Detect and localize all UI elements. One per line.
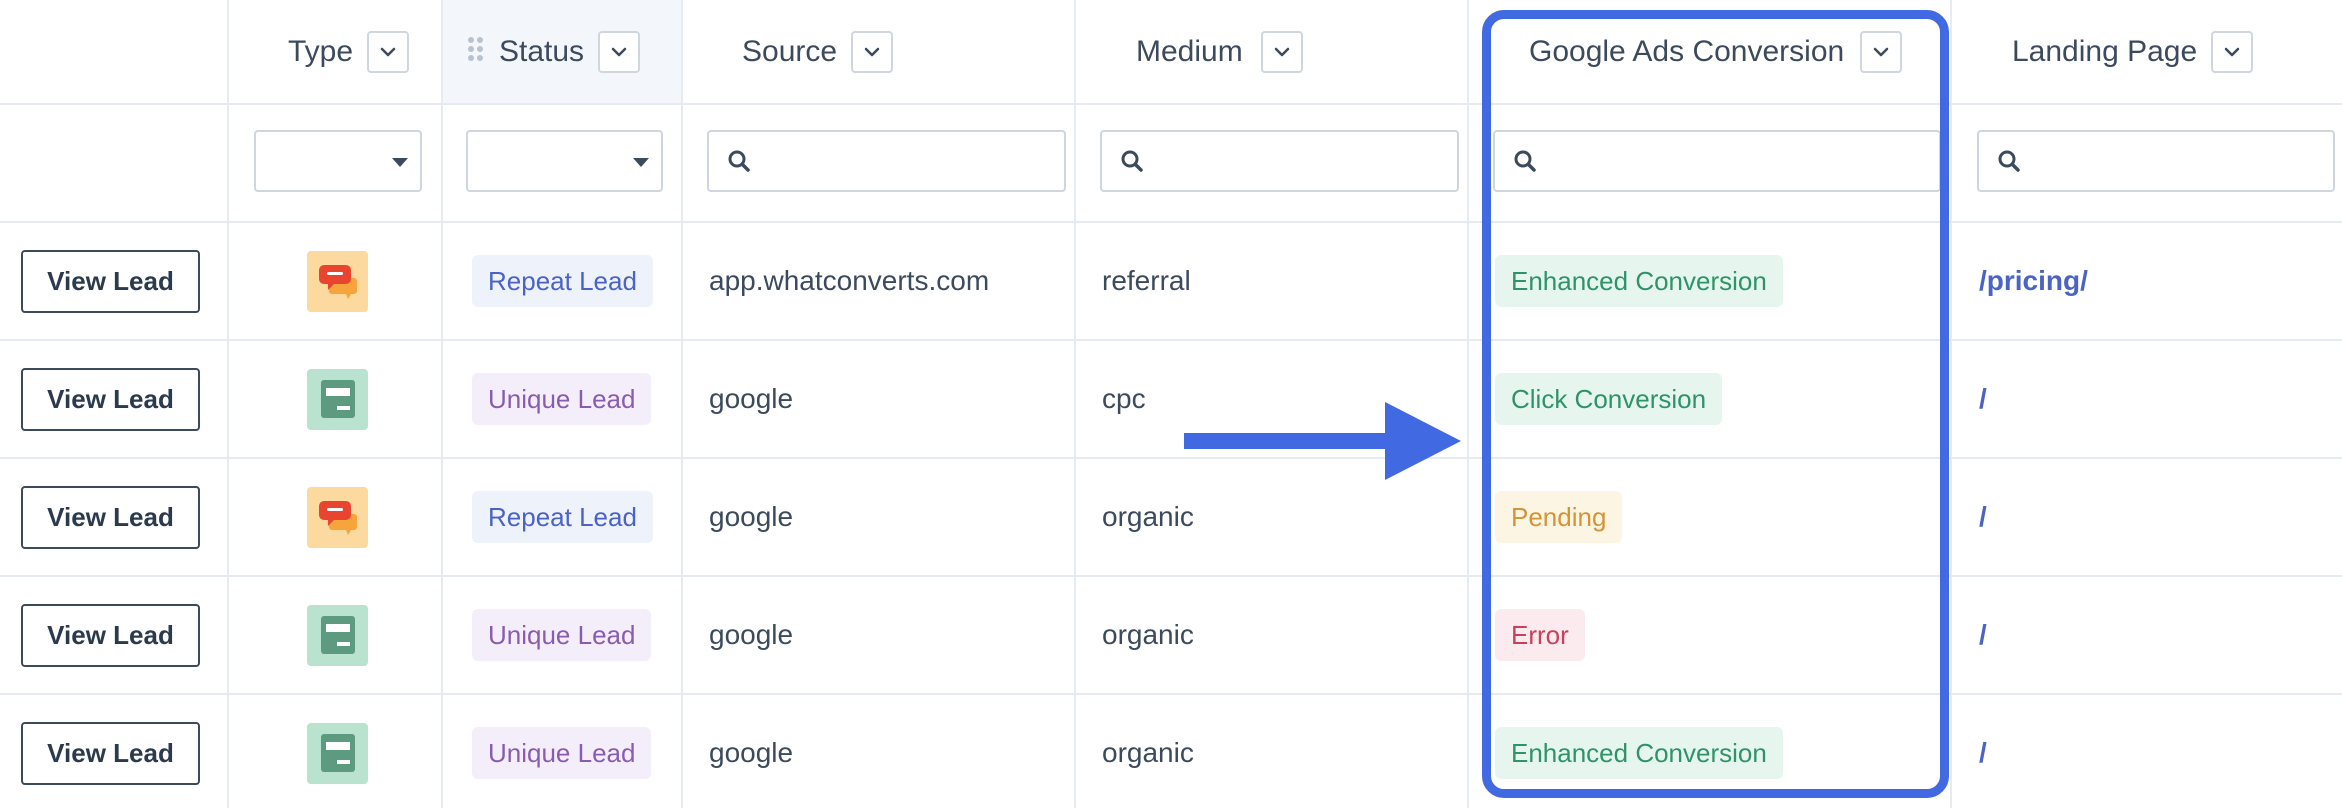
landing-page-link[interactable]: / xyxy=(1979,501,1987,533)
chevron-down-icon xyxy=(611,47,627,56)
form-icon xyxy=(307,368,368,430)
source-value: app.whatconverts.com xyxy=(709,265,990,296)
status-badge: Repeat Lead xyxy=(472,255,653,307)
header-type: Type xyxy=(288,0,410,103)
chat-icon xyxy=(307,486,368,548)
conversion-badge: Enhanced Conversion xyxy=(1495,255,1783,307)
chevron-down-icon xyxy=(380,47,396,56)
type-sort-button[interactable] xyxy=(367,30,410,73)
status-filter-select[interactable] xyxy=(466,130,663,192)
header-divider xyxy=(0,103,2342,105)
search-icon xyxy=(1998,150,2020,172)
header-source-label: Source xyxy=(742,34,838,68)
caret-down-icon xyxy=(392,158,408,167)
chevron-down-icon xyxy=(2224,47,2240,56)
header-medium: Medium xyxy=(1136,0,1303,103)
medium-value: organic xyxy=(1102,501,1194,532)
landing-sort-button[interactable] xyxy=(2211,30,2254,73)
leads-table: Type Status Source Medium Google Ads Con… xyxy=(0,0,2342,808)
chevron-down-icon xyxy=(1274,47,1289,56)
status-badge: Unique Lead xyxy=(472,727,652,779)
google-ads-search-input[interactable] xyxy=(1493,130,1941,192)
annotation-arrow-icon xyxy=(1184,402,1461,480)
table-row: View Lead Unique Lead google organic Enh… xyxy=(0,694,2342,812)
medium-value: referral xyxy=(1102,265,1191,296)
chat-icon xyxy=(307,250,368,312)
header-landing-label: Landing Page xyxy=(2012,34,2198,68)
chevron-down-icon xyxy=(1873,47,1889,56)
landing-page-link[interactable]: /pricing/ xyxy=(1979,265,2088,297)
form-icon xyxy=(307,604,368,666)
table-row: View Lead Unique Lead google cpc Click C… xyxy=(0,340,2342,458)
search-icon xyxy=(728,150,750,172)
landing-page-link[interactable]: / xyxy=(1979,737,1987,769)
table-row: View Lead Repeat Lead google organic Pen… xyxy=(0,458,2342,576)
conversion-badge: Error xyxy=(1495,609,1585,661)
google-ads-sort-button[interactable] xyxy=(1860,30,1903,73)
header-type-label: Type xyxy=(288,34,354,68)
conversion-badge: Enhanced Conversion xyxy=(1495,727,1783,779)
medium-sort-button[interactable] xyxy=(1260,30,1303,73)
status-sort-button[interactable] xyxy=(598,30,641,73)
table-row: View Lead Repeat Lead app.whatconverts.c… xyxy=(0,222,2342,340)
view-lead-button[interactable]: View Lead xyxy=(21,721,200,785)
view-lead-button[interactable]: View Lead xyxy=(21,485,200,549)
view-lead-button[interactable]: View Lead xyxy=(21,603,200,667)
source-value: google xyxy=(709,619,794,650)
status-badge: Unique Lead xyxy=(472,373,652,425)
medium-value: organic xyxy=(1102,737,1194,768)
medium-value: cpc xyxy=(1102,383,1146,414)
header-medium-label: Medium xyxy=(1136,34,1243,68)
header-google-ads: Google Ads Conversion xyxy=(1529,0,1903,103)
search-icon xyxy=(1121,150,1143,172)
conversion-badge: Click Conversion xyxy=(1495,373,1723,425)
medium-value: organic xyxy=(1102,619,1194,650)
medium-search-input[interactable] xyxy=(1100,130,1459,192)
type-filter-select[interactable] xyxy=(254,130,422,192)
header-google-ads-label: Google Ads Conversion xyxy=(1529,34,1845,68)
landing-page-link[interactable]: / xyxy=(1979,383,1987,415)
drag-handle-icon[interactable] xyxy=(467,36,485,67)
conversion-badge: Pending xyxy=(1495,491,1623,543)
source-search-input[interactable] xyxy=(707,130,1066,192)
view-lead-button[interactable]: View Lead xyxy=(21,367,200,431)
source-value: google xyxy=(709,501,794,532)
header-source: Source xyxy=(742,0,894,103)
header-status: Status xyxy=(467,0,641,103)
source-value: google xyxy=(709,737,794,768)
source-sort-button[interactable] xyxy=(851,30,894,73)
form-icon xyxy=(307,722,368,784)
status-badge: Unique Lead xyxy=(472,609,652,661)
status-badge: Repeat Lead xyxy=(472,491,653,543)
header-status-label: Status xyxy=(499,34,585,68)
view-lead-button[interactable]: View Lead xyxy=(21,249,200,313)
landing-page-link[interactable]: / xyxy=(1979,619,1987,651)
source-value: google xyxy=(709,383,794,414)
caret-down-icon xyxy=(633,158,649,167)
chevron-down-icon xyxy=(864,47,880,56)
header-landing: Landing Page xyxy=(2012,0,2254,103)
landing-search-input[interactable] xyxy=(1977,130,2335,192)
table-row: View Lead Unique Lead google organic Err… xyxy=(0,576,2342,694)
search-icon xyxy=(1514,150,1536,172)
